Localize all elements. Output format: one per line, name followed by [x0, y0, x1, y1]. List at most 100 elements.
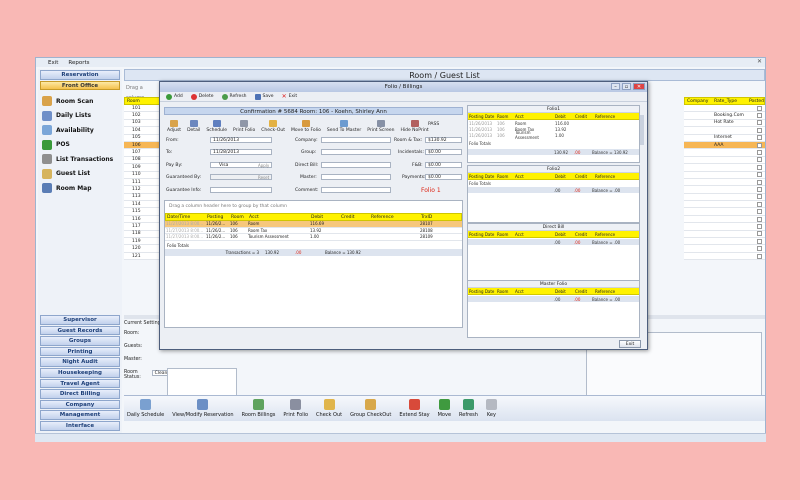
- action-print-folio-button[interactable]: Print Folio: [230, 120, 258, 133]
- table-row[interactable]: 119: [124, 238, 160, 246]
- nav-housekeeping[interactable]: Housekeeping: [40, 367, 120, 378]
- toolbar-room-billings-button[interactable]: Room Billings: [242, 399, 275, 418]
- to-date-field[interactable]: 11/28/2013: [210, 149, 272, 155]
- folio-col[interactable]: Debit: [554, 232, 574, 237]
- table-row[interactable]: [684, 105, 765, 113]
- table-row[interactable]: [684, 238, 765, 246]
- table-row[interactable]: 114: [124, 201, 160, 209]
- folio-col[interactable]: Reference: [594, 232, 634, 237]
- table-row[interactable]: 113: [124, 193, 160, 202]
- sidebar-item-guest-list[interactable]: Guest List: [38, 167, 122, 182]
- posted-checkbox[interactable]: [757, 201, 762, 207]
- nav-supervisor[interactable]: Supervisor: [40, 315, 120, 325]
- table-row[interactable]: 117: [124, 223, 160, 231]
- comment-field[interactable]: [321, 187, 391, 193]
- toolbar-group-checkout-button[interactable]: Group CheckOut: [350, 399, 391, 418]
- table-row[interactable]: 115: [124, 208, 160, 216]
- posted-checkbox[interactable]: [757, 231, 762, 237]
- nav-direct-billing[interactable]: Direct Billing: [40, 389, 120, 399]
- folio-col[interactable]: Credit: [574, 232, 594, 237]
- direct-bill-field[interactable]: [321, 162, 391, 168]
- toolbar-view-modify-reservation-button[interactable]: View/Modify Reservation: [172, 399, 234, 418]
- table-row[interactable]: [684, 193, 765, 202]
- posted-checkbox[interactable]: [757, 209, 762, 215]
- apply-button[interactable]: Apply: [258, 163, 269, 168]
- action-adjust-button[interactable]: Adjust: [164, 120, 184, 133]
- folio-col[interactable]: Posting Date: [468, 114, 496, 119]
- nav-front-office[interactable]: Front Office: [40, 80, 120, 91]
- table-row[interactable]: Hot Rate: [684, 119, 765, 128]
- folio-col[interactable]: Reference: [594, 114, 634, 119]
- posted-checkbox[interactable]: [757, 238, 762, 244]
- toolbar-key-button[interactable]: Key: [485, 399, 497, 418]
- posted-checkbox[interactable]: [757, 157, 762, 163]
- nav-printing[interactable]: Printing: [40, 346, 120, 357]
- folio-row[interactable]: 11/26/2013 106 Tourism Assessment 1.00: [468, 130, 639, 140]
- minimize-icon[interactable]: –: [611, 83, 620, 90]
- table-row[interactable]: [684, 223, 765, 231]
- sidebar-item-room-scan[interactable]: Room Scan: [38, 94, 122, 109]
- posted-checkbox[interactable]: [757, 105, 762, 111]
- folio-col[interactable]: Acct: [514, 232, 554, 237]
- table-row[interactable]: Booking.Com: [684, 112, 765, 120]
- posted-checkbox[interactable]: [757, 135, 762, 141]
- table-row[interactable]: Internet: [684, 134, 765, 142]
- table-row[interactable]: [684, 178, 765, 187]
- nav-management[interactable]: Management: [40, 410, 120, 420]
- table-row[interactable]: 104: [124, 127, 160, 135]
- company-field[interactable]: [321, 137, 391, 143]
- toolbar-check-out-button[interactable]: Check Out: [316, 399, 342, 418]
- col-debit[interactable]: Debit: [310, 215, 340, 220]
- folio-col[interactable]: Debit: [554, 114, 574, 119]
- table-row[interactable]: [684, 245, 765, 253]
- col-credit[interactable]: Credit: [340, 215, 370, 220]
- table-row[interactable]: AAA: [684, 141, 765, 150]
- table-row[interactable]: [684, 164, 765, 172]
- folio-col[interactable]: Reference: [594, 289, 634, 294]
- dialog-exit-button[interactable]: Exit: [619, 340, 641, 348]
- table-row[interactable]: 102: [124, 112, 160, 120]
- table-row[interactable]: 105: [124, 134, 160, 142]
- table-row[interactable]: 109: [124, 164, 160, 172]
- sidebar-item-list-transactions[interactable]: List Transactions: [38, 152, 122, 167]
- table-row[interactable]: 110: [124, 171, 160, 179]
- posted-checkbox[interactable]: [757, 223, 762, 229]
- posted-checkbox[interactable]: [757, 120, 762, 126]
- toolbar-refresh-button[interactable]: Refresh: [459, 399, 478, 418]
- toolbar-print-folio-button[interactable]: Print Folio: [283, 399, 308, 418]
- nav-company[interactable]: Company: [40, 399, 120, 410]
- table-row[interactable]: 111: [124, 178, 160, 187]
- sidebar-item-availability[interactable]: Availability: [38, 123, 122, 138]
- posted-checkbox[interactable]: [757, 172, 762, 178]
- action-hide-noprint-button[interactable]: Hide NoPrint: [397, 120, 431, 133]
- window-close-icon[interactable]: ✕: [757, 58, 762, 65]
- col-posting[interactable]: Posting: [206, 215, 230, 220]
- folio-col[interactable]: Debit: [554, 174, 574, 179]
- col-date-time[interactable]: Date/Time: [166, 215, 206, 220]
- table-row[interactable]: [684, 215, 765, 224]
- close-icon[interactable]: ✕: [633, 83, 645, 90]
- posted-checkbox[interactable]: [757, 194, 762, 200]
- folio-col[interactable]: Room: [496, 174, 514, 179]
- table-row[interactable]: [684, 186, 765, 194]
- col-reference[interactable]: Reference: [370, 215, 420, 220]
- guarantee-info-field[interactable]: [210, 187, 272, 193]
- nav-groups[interactable]: Groups: [40, 336, 120, 346]
- sidebar-item-room-map[interactable]: Room Map: [38, 181, 122, 196]
- table-row[interactable]: 11/27/2013 8:00... 11/26/2... 106 Tourism A…: [165, 234, 462, 241]
- table-row[interactable]: 121: [124, 252, 160, 261]
- table-row[interactable]: [684, 201, 765, 209]
- nav-interface[interactable]: Interface: [40, 420, 120, 431]
- master-field[interactable]: [321, 174, 391, 180]
- exit-button[interactable]: ✕ Exit: [282, 93, 298, 100]
- table-row[interactable]: [684, 171, 765, 179]
- folio-scrollbar[interactable]: [640, 115, 644, 145]
- col-right-header[interactable]: Company Rate_Type Posted: [684, 97, 765, 105]
- folio-col[interactable]: Reference: [594, 174, 634, 179]
- folio-col[interactable]: Room: [496, 289, 514, 294]
- folio-col[interactable]: Debit: [554, 289, 574, 294]
- posted-checkbox[interactable]: [757, 142, 762, 148]
- refresh-button[interactable]: Refresh: [221, 93, 247, 100]
- group-field[interactable]: [321, 149, 391, 155]
- col-acct[interactable]: Acct: [248, 215, 310, 220]
